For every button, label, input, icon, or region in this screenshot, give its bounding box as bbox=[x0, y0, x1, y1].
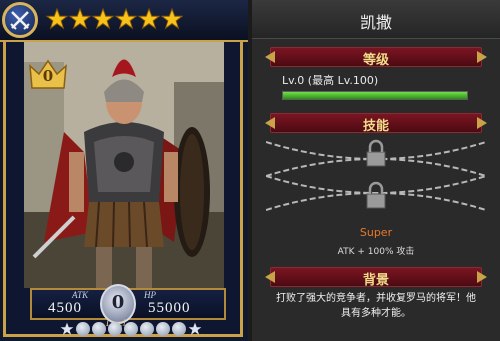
silver-star-icon bbox=[60, 322, 74, 335]
skill-heading: 技能 bbox=[362, 119, 389, 134]
class-badge bbox=[2, 2, 38, 38]
evolution-slot bbox=[124, 322, 138, 336]
background-heading: 背景 bbox=[362, 273, 389, 288]
background-section-header: 背景 bbox=[265, 267, 487, 288]
hp-label: HP bbox=[144, 290, 156, 300]
crown-level-badge: 0 bbox=[28, 58, 68, 94]
lock-icon bbox=[366, 181, 386, 209]
star-icon bbox=[115, 8, 137, 30]
evolution-slot bbox=[172, 322, 186, 336]
hero-card[interactable]: 0 ATK HP 4500 55000 0 Level bbox=[0, 0, 248, 341]
evolution-slots bbox=[60, 322, 202, 336]
level-text: Lv.0 (最高 Lv.100) bbox=[282, 74, 379, 87]
skill-description: ATK + 100% 攻击 bbox=[337, 247, 415, 257]
evolution-slot bbox=[140, 322, 154, 336]
star-icon bbox=[138, 8, 160, 30]
skill-name: Super bbox=[359, 226, 393, 239]
level-medal-value: 0 bbox=[111, 292, 125, 313]
silver-star-icon bbox=[188, 322, 202, 335]
star-icon bbox=[69, 8, 91, 30]
hero-name: 凯撒 bbox=[359, 13, 392, 32]
evolution-slot bbox=[92, 322, 106, 336]
star-icon bbox=[46, 8, 68, 30]
evolution-slot bbox=[108, 322, 122, 336]
rarity-stars bbox=[46, 8, 183, 30]
level-progress-bar bbox=[282, 91, 468, 100]
title-bar: 凯撒 bbox=[252, 0, 500, 39]
level-section-header: 等级 bbox=[265, 47, 487, 68]
hp-value: 55000 bbox=[148, 300, 191, 316]
hero-info-panel: 凯撒 等级 Lv.0 (最高 Lv.100) 技能 Super ATK + 10… bbox=[252, 0, 500, 341]
background-text: 打败了强大的竞争者，并收复罗马的将军！他具有多种才能。 bbox=[276, 293, 476, 319]
evolution-slot bbox=[156, 322, 170, 336]
star-icon bbox=[161, 8, 183, 30]
evolution-slot bbox=[76, 322, 90, 336]
atk-label: ATK bbox=[72, 290, 89, 300]
atk-value: 4500 bbox=[48, 300, 82, 316]
skill-section-header: 技能 bbox=[265, 113, 487, 134]
lock-icon bbox=[366, 139, 386, 167]
level-heading: 等级 bbox=[362, 53, 389, 68]
level-progress-fill bbox=[283, 92, 467, 99]
crown-level-value: 0 bbox=[42, 67, 54, 85]
locked-chains bbox=[266, 139, 486, 211]
star-icon bbox=[92, 8, 114, 30]
crossed-swords-icon bbox=[10, 11, 30, 30]
